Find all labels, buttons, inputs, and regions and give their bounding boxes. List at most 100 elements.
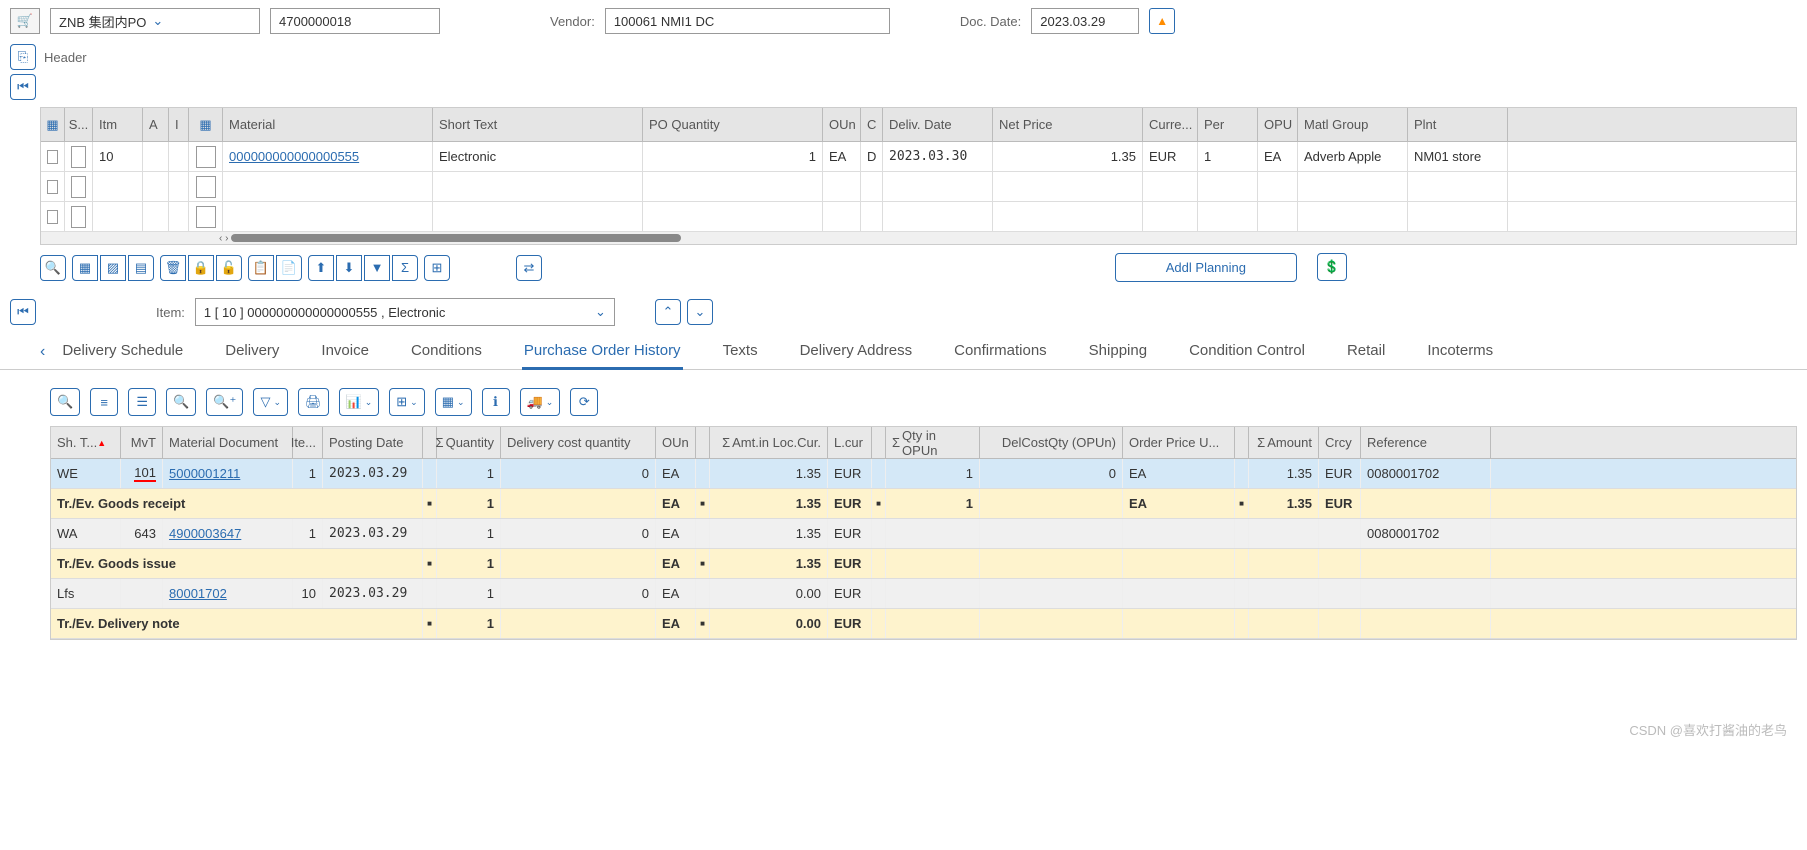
grid3-button[interactable]: ▤ (128, 255, 154, 281)
list2-button[interactable]: ☰ (128, 388, 156, 416)
history-row[interactable]: Lfs80001702102023.03.2910EA0.00EUR (51, 579, 1796, 609)
row-checkbox[interactable] (47, 150, 58, 164)
vendor-field[interactable]: 100061 NMI1 DC (605, 8, 890, 34)
col-curr[interactable]: Curre... (1143, 108, 1198, 141)
refresh-button[interactable]: ⟳ (570, 388, 598, 416)
tab-texts[interactable]: Texts (721, 334, 760, 370)
col-ref[interactable]: Reference (1361, 427, 1491, 458)
grid-icon[interactable]: ▦ (199, 117, 211, 133)
truck-dropdown-button[interactable]: 🚚 ⌄ (520, 388, 561, 416)
grid-icon[interactable]: ▦ (46, 117, 58, 133)
items-row-empty[interactable] (41, 202, 1796, 232)
col-mvt[interactable]: MvT (121, 427, 163, 458)
mat-input[interactable] (196, 206, 216, 228)
prev-item-button[interactable]: ⌃ (655, 299, 681, 325)
paste-button[interactable]: 📄 (276, 255, 302, 281)
col-matl-group[interactable]: Matl Group (1298, 108, 1408, 141)
col-posting-date[interactable]: Posting Date (323, 427, 423, 458)
history-row[interactable]: Tr./Ev. Goods issue■1EA■1.35EUR (51, 549, 1796, 579)
tab-retail[interactable]: Retail (1345, 334, 1387, 370)
col-crcy[interactable]: Crcy (1319, 427, 1361, 458)
list1-button[interactable]: ≡ (90, 388, 118, 416)
col-sh[interactable]: Sh. T...▲ (51, 427, 121, 458)
grid1-button[interactable]: ▦ (72, 255, 98, 281)
col-qop[interactable]: ΣQty in OPUn (886, 427, 980, 458)
find-button[interactable]: 🔍 (166, 388, 196, 416)
delete-button[interactable]: 🗑 (160, 255, 186, 281)
history-row[interactable]: Tr./Ev. Goods receipt■1EA■1.35EUR■1EA■1.… (51, 489, 1796, 519)
col-sq3[interactable] (872, 427, 886, 458)
col-a[interactable]: A (143, 108, 169, 141)
status-input[interactable] (71, 206, 86, 228)
col-short-text[interactable]: Short Text (433, 108, 643, 141)
history-row[interactable]: WA643490000364712023.03.2910EA1.35EUR008… (51, 519, 1796, 549)
tab-confirmations[interactable]: Confirmations (952, 334, 1049, 370)
col-i[interactable]: I (169, 108, 189, 141)
col-qty[interactable]: ΣQuantity (437, 427, 501, 458)
tab-conditions[interactable]: Conditions (409, 334, 484, 370)
po-type-dropdown[interactable]: ZNB 集团内PO ⌄ (50, 8, 260, 34)
expand-header-button[interactable]: ⎘ (10, 44, 36, 70)
col-alc[interactable]: ΣAmt.in Loc.Cur. (710, 427, 828, 458)
col-per[interactable]: Per (1198, 108, 1258, 141)
grid2-button[interactable]: ▨ (100, 255, 126, 281)
col-c[interactable]: C (861, 108, 883, 141)
sort-desc-button[interactable]: ⬇ (336, 255, 362, 281)
tab-delivery[interactable]: Delivery (223, 334, 281, 370)
col-s[interactable]: S... (65, 108, 93, 141)
layout-button[interactable]: ⊞ (424, 255, 450, 281)
tab-purchase-order-history[interactable]: Purchase Order History (522, 334, 683, 370)
sum-button[interactable]: Σ (392, 255, 418, 281)
mat-input[interactable] (196, 146, 216, 168)
col-sq2[interactable] (696, 427, 710, 458)
doc-date-field[interactable]: 2023.03.29 (1031, 8, 1139, 34)
col-dco[interactable]: DelCostQty (OPUn) (980, 427, 1123, 458)
col-sq4[interactable] (1235, 427, 1249, 458)
mat-input[interactable] (196, 176, 216, 198)
col-oun[interactable]: OUn (823, 108, 861, 141)
tab-shipping[interactable]: Shipping (1087, 334, 1149, 370)
scroll-thumb[interactable] (231, 234, 681, 242)
col-material[interactable]: Material (223, 108, 433, 141)
col-dcq[interactable]: Delivery cost quantity (501, 427, 656, 458)
status-input[interactable] (71, 176, 86, 198)
col-ite[interactable]: Ite... (293, 427, 323, 458)
grid-dropdown-button[interactable]: ▦ ⌄ (435, 388, 472, 416)
lock-button[interactable]: 🔒 (188, 255, 214, 281)
layout-dropdown-button[interactable]: ⊞ ⌄ (389, 388, 424, 416)
cart-icon[interactable]: 🛒 (10, 8, 40, 34)
col-lcur[interactable]: L.cur (828, 427, 872, 458)
transfer-button[interactable]: ⇄ (516, 255, 542, 281)
tab-invoice[interactable]: Invoice (319, 334, 371, 370)
row-checkbox[interactable] (47, 210, 58, 224)
copy-button[interactable]: 📋 (248, 255, 274, 281)
addl-planning-button[interactable]: Addl Planning (1115, 253, 1297, 282)
material-link[interactable]: 000000000000000555 (229, 149, 359, 164)
col-oun[interactable]: OUn (656, 427, 696, 458)
warning-button[interactable]: ▲ (1149, 8, 1175, 34)
tab-scroll-left-icon[interactable]: ‹ (40, 343, 45, 361)
next-item-button[interactable]: ⌄ (687, 299, 713, 325)
history-row[interactable]: Tr./Ev. Delivery note■1EA■0.00EUR (51, 609, 1796, 639)
collapse-item-button[interactable]: ⏮ (10, 299, 36, 325)
status-input[interactable] (71, 146, 86, 168)
col-opu[interactable]: Order Price U... (1123, 427, 1235, 458)
items-row-empty[interactable] (41, 172, 1796, 202)
col-deliv-date[interactable]: Deliv. Date (883, 108, 993, 141)
filter-button[interactable]: ▼ (364, 255, 390, 281)
tab-incoterms[interactable]: Incoterms (1425, 334, 1495, 370)
material-doc-link[interactable]: 5000001211 (169, 466, 240, 481)
currency-button[interactable]: 💲 (1317, 253, 1347, 281)
col-plnt[interactable]: Plnt (1408, 108, 1508, 141)
material-doc-link[interactable]: 80001702 (169, 586, 227, 601)
col-po-qty[interactable]: PO Quantity (643, 108, 823, 141)
tab-delivery-schedule[interactable]: Delivery Schedule (60, 334, 185, 370)
history-row[interactable]: WE101500000121112023.03.2910EA1.35EUR10E… (51, 459, 1796, 489)
col-opu[interactable]: OPU (1258, 108, 1298, 141)
tab-condition-control[interactable]: Condition Control (1187, 334, 1307, 370)
info-button[interactable]: ℹ (482, 388, 510, 416)
horizontal-scrollbar[interactable]: ‹ › (41, 232, 1796, 244)
col-amt[interactable]: ΣAmount (1249, 427, 1319, 458)
tab-delivery-address[interactable]: Delivery Address (798, 334, 915, 370)
export-dropdown-button[interactable]: 📊 ⌄ (339, 388, 380, 416)
